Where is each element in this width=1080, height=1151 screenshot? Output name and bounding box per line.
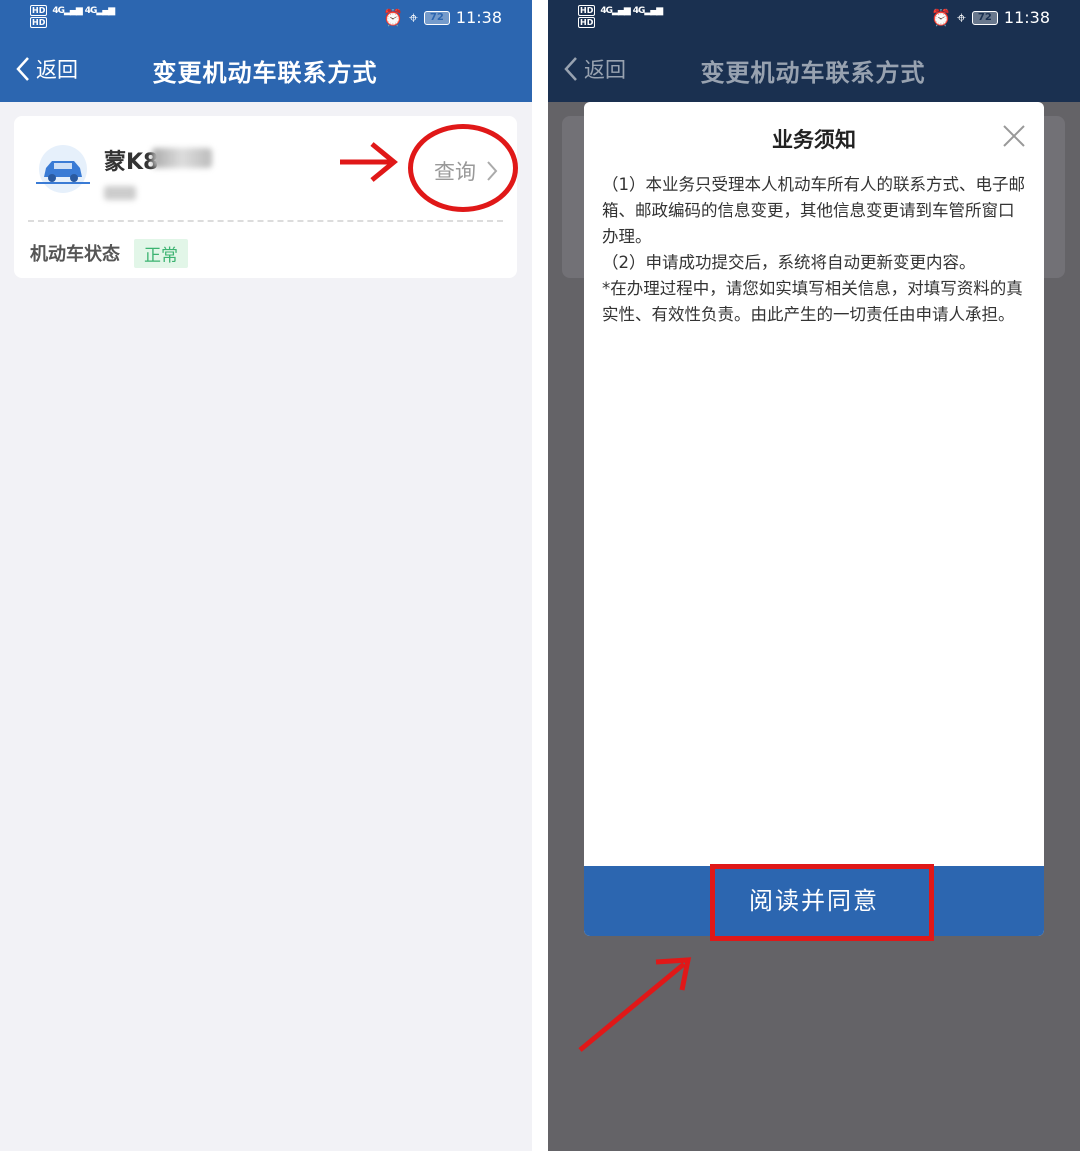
location-icon: ⌖ — [408, 8, 418, 27]
notice-paragraph: *在办理过程中，请您如实填写相关信息，对填写资料的真实性、有效性负责。由此产生的… — [602, 279, 1023, 324]
page-title: 变更机动车联系方式 — [700, 59, 926, 87]
alarm-icon: ⏰ — [930, 8, 951, 27]
dialog-title: 业务须知 — [772, 128, 856, 152]
status-right: ⏰ ⌖ 72 11:38 — [931, 8, 1050, 28]
notice-paragraph: （1）本业务只受理本人机动车所有人的联系方式、电子邮箱、邮政编码的信息变更，其他… — [602, 175, 1025, 246]
highlight-rectangle — [710, 864, 934, 941]
left-screen: HD 4G▂▄▆ 4G▂▄▆ HD ⏰ ⌖ 72 11:38 返回 变更机动车联系方… — [0, 0, 532, 1151]
arrow-right-icon — [340, 142, 398, 182]
signal-icon: 4G▂▄▆ — [52, 6, 82, 16]
divider — [28, 220, 503, 222]
hd-badge: HD — [30, 17, 48, 28]
clock: 11:38 — [455, 8, 502, 27]
notice-dialog: 业务须知 （1）本业务只受理本人机动车所有人的联系方式、电子邮箱、邮政编码的信息… — [584, 102, 1044, 936]
alarm-icon: ⏰ — [382, 8, 403, 27]
plate-redaction — [152, 148, 212, 168]
vehicle-type-redaction — [104, 186, 136, 200]
hd-badge: HD — [578, 5, 596, 16]
highlight-circle — [408, 124, 518, 212]
plate-number: 蒙K8 — [104, 150, 159, 175]
clock: 11:38 — [1003, 8, 1050, 27]
status-bar: HD 4G▂▄▆ 4G▂▄▆ HD ⏰ ⌖ 72 11:38 — [548, 0, 1080, 36]
nav-bar: 返回 变更机动车联系方式 — [0, 44, 532, 96]
nav-bar: 返回 变更机动车联系方式 — [548, 44, 1080, 96]
close-icon[interactable] — [1000, 122, 1028, 150]
signal-indicators: HD 4G▂▄▆ 4G▂▄▆ HD — [30, 5, 115, 29]
notice-paragraph: （2）申请成功提交后，系统将自动更新变更内容。 — [602, 253, 976, 272]
hd-badge: HD — [578, 17, 596, 28]
app-header: HD 4G▂▄▆ 4G▂▄▆ HD ⏰ ⌖ 72 11:38 返回 变更机动车联系方… — [0, 0, 532, 102]
status-bar: HD 4G▂▄▆ 4G▂▄▆ HD ⏰ ⌖ 72 11:38 — [0, 0, 532, 36]
vehicle-status-label: 机动车状态 — [30, 244, 120, 265]
signal-icon: 4G▂▄▆ — [84, 6, 115, 16]
signal-icon: 4G▂▄▆ — [632, 6, 663, 16]
page-title: 变更机动车联系方式 — [152, 59, 378, 87]
signal-indicators: HD 4G▂▄▆ 4G▂▄▆ HD — [578, 5, 663, 29]
car-icon — [36, 145, 90, 193]
battery-icon: 72 — [423, 11, 450, 25]
signal-icon: 4G▂▄▆ — [600, 6, 630, 16]
location-icon: ⌖ — [956, 8, 966, 27]
dialog-body: （1）本业务只受理本人机动车所有人的联系方式、电子邮箱、邮政编码的信息变更，其他… — [602, 172, 1030, 328]
hd-badge: HD — [30, 5, 48, 16]
arrow-up-right-icon — [578, 957, 692, 1052]
status-right: ⏰ ⌖ 72 11:38 — [383, 8, 502, 28]
app-header: HD 4G▂▄▆ 4G▂▄▆ HD ⏰ ⌖ 72 11:38 返回 变更机动车联系方… — [548, 0, 1080, 102]
status-badge: 正常 — [134, 239, 188, 268]
battery-icon: 72 — [971, 11, 998, 25]
